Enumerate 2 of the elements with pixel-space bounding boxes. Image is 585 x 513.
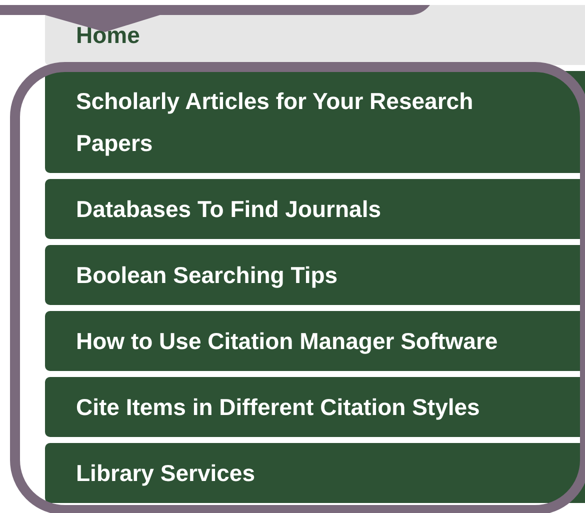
nav-link[interactable]: Library Services [45, 443, 585, 503]
nav-link[interactable]: Scholarly Articles for Your Research Papers [45, 71, 585, 173]
